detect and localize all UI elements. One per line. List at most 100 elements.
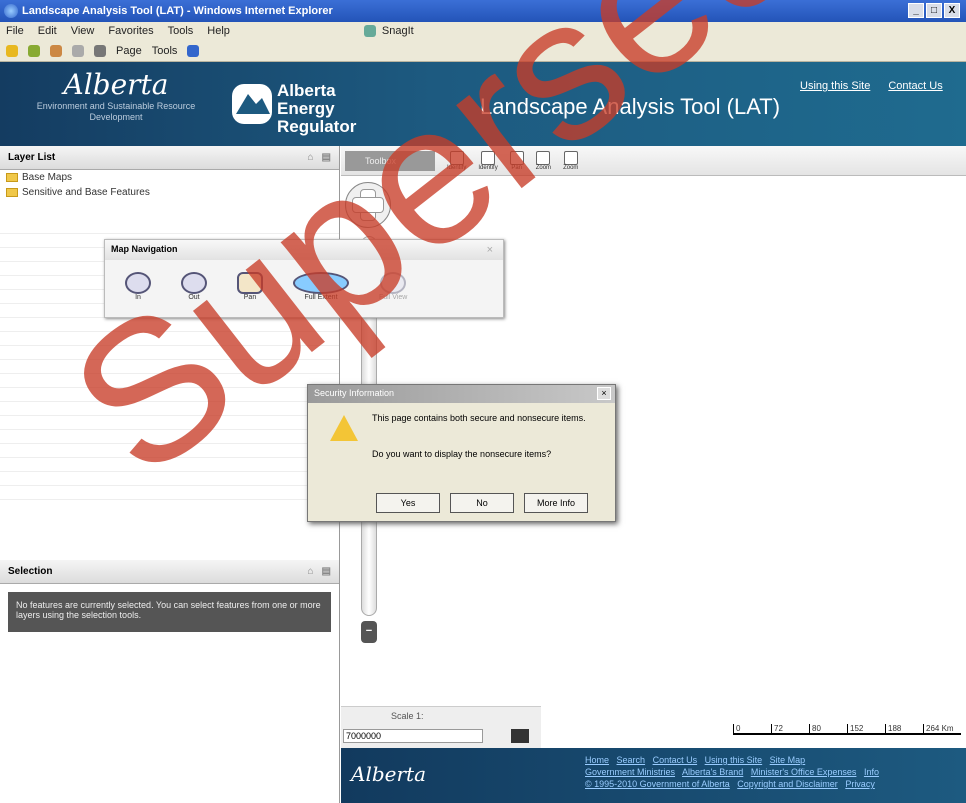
collapse-icon[interactable]: ⌂ <box>308 152 314 163</box>
no-button[interactable]: No <box>450 493 514 513</box>
layer-list: Base Maps Sensitive and Base Features <box>0 170 339 560</box>
selection-header: Selection ⌂ ▤ <box>0 560 339 584</box>
window-titlebar: Landscape Analysis Tool (LAT) - Windows … <box>0 0 966 22</box>
scale-tick: 152 <box>847 724 885 735</box>
pan-arrows-icon <box>352 197 384 213</box>
snagit-toolbar: SnagIt <box>363 25 414 37</box>
tools-menu[interactable]: Tools <box>152 45 178 57</box>
minimize-button[interactable]: _ <box>908 3 924 18</box>
dialog-message: This page contains both secure and nonse… <box>372 413 586 423</box>
map-toolbar: Toolbox Identify Identify Pan Zoom Zoom <box>341 146 966 176</box>
map-navigation-title: Map Navigation <box>105 240 503 260</box>
aer-line-2: Energy <box>277 99 335 118</box>
menu-view[interactable]: View <box>71 25 95 37</box>
yes-button[interactable]: Yes <box>376 493 440 513</box>
footer-link[interactable]: Contact Us <box>653 755 698 765</box>
footer-link[interactable]: Privacy <box>845 779 875 789</box>
menu-bar: File Edit View Favorites Tools Help Snag… <box>0 22 966 40</box>
collapse-icon[interactable]: ⌂ <box>308 566 314 577</box>
layer-label: Sensitive and Base Features <box>22 187 150 198</box>
zoom-tool-2[interactable]: Zoom <box>563 150 578 171</box>
zoom-tool[interactable]: Zoom <box>536 150 551 171</box>
help-icon[interactable] <box>187 44 200 57</box>
tool-label: Full Extent <box>304 294 338 301</box>
command-bar: Page Tools <box>0 40 966 62</box>
contact-us-link[interactable]: Contact Us <box>888 80 942 92</box>
identify-tool[interactable]: Identify <box>447 150 467 171</box>
window-controls: _ □ X <box>908 3 960 18</box>
footer-link[interactable]: Home <box>585 755 609 765</box>
snagit-label[interactable]: SnagIt <box>382 25 414 37</box>
zoom-out-button[interactable]: − <box>361 621 377 643</box>
scale-box: Scale 1: <box>341 706 541 748</box>
folder-icon <box>6 188 18 197</box>
pan-control[interactable] <box>345 182 391 228</box>
menu-favorites[interactable]: Favorites <box>108 25 153 37</box>
full-view-tool[interactable]: Full View <box>379 272 407 301</box>
toolbox-dropdown[interactable]: Toolbox <box>345 150 435 171</box>
layer-item-base-maps[interactable]: Base Maps <box>0 170 339 185</box>
page-menu[interactable]: Page <box>116 45 142 57</box>
more-info-button[interactable]: More Info <box>524 493 588 513</box>
footer-link[interactable]: Copyright and Disclaimer <box>737 779 838 789</box>
footer-alberta-logo[interactable]: Alberta <box>351 762 426 786</box>
zoom-out-tool[interactable]: Out <box>181 272 207 301</box>
menu-file[interactable]: File <box>6 25 24 37</box>
tool-label: Identify <box>447 164 467 171</box>
full-extent-tool[interactable]: Full Extent <box>293 272 349 301</box>
scale-tick: 264 Km <box>923 724 961 735</box>
selection-title: Selection <box>8 566 53 577</box>
menu-tools[interactable]: Tools <box>168 25 194 37</box>
footer-link[interactable]: Government Ministries <box>585 767 675 777</box>
layer-item-sensitive-features[interactable]: Sensitive and Base Features <box>0 185 339 200</box>
footer-link[interactable]: Minister's Office Expenses <box>751 767 857 777</box>
zoom-in-tool[interactable]: In <box>125 272 151 301</box>
footer-link[interactable]: © 1995-2010 Government of Alberta <box>585 779 730 789</box>
scale-bar: 0 72 80 152 188 264 Km <box>733 724 961 735</box>
alberta-wordmark: Alberta <box>63 68 169 101</box>
alberta-logo[interactable]: Alberta Environment and Sustainable Reso… <box>16 68 216 123</box>
aer-line-3: Regulator <box>277 117 357 136</box>
footer-link[interactable]: Alberta's Brand <box>682 767 743 777</box>
feeds-icon[interactable] <box>72 44 84 57</box>
warning-icon <box>330 415 358 441</box>
tool-label: In <box>135 294 141 301</box>
footer-link[interactable]: Info <box>864 767 879 777</box>
scale-input[interactable] <box>343 729 483 743</box>
footer-link[interactable]: Using this Site <box>705 755 763 765</box>
scale-area: Scale 1: 0 72 80 152 188 264 Km <box>341 706 966 748</box>
site-footer: Alberta Home Search Contact Us Using thi… <box>341 748 966 803</box>
pan-tool[interactable]: Pan <box>237 272 263 301</box>
close-icon[interactable]: × <box>487 244 493 256</box>
dialog-close-button[interactable]: × <box>597 387 611 400</box>
globe-icon <box>293 272 349 294</box>
using-this-site-link[interactable]: Using this Site <box>800 80 870 92</box>
scale-go-button[interactable] <box>511 729 529 743</box>
menu-help[interactable]: Help <box>207 25 230 37</box>
selection-message: No features are currently selected. You … <box>8 592 331 632</box>
footer-link[interactable]: Search <box>617 755 646 765</box>
scale-tick: 80 <box>809 724 847 735</box>
scale-tick: 0 <box>733 724 771 735</box>
footer-link[interactable]: Site Map <box>770 755 806 765</box>
identify-tool-2[interactable]: Identify <box>478 150 498 171</box>
pan-tool[interactable]: Pan <box>509 150 524 171</box>
top-links: Using this Site Contact Us <box>800 80 943 92</box>
maximize-button[interactable]: □ <box>926 3 942 18</box>
print-icon[interactable] <box>94 44 106 57</box>
menu-edit[interactable]: Edit <box>38 25 57 37</box>
add-favorites-icon[interactable] <box>28 44 40 57</box>
scale-tick: 72 <box>771 724 809 735</box>
identify-icon <box>449 150 464 165</box>
close-window-button[interactable]: X <box>944 3 960 18</box>
dock-icon[interactable]: ▤ <box>322 566 331 577</box>
department-name: Environment and Sustainable Resource Dev… <box>36 101 196 122</box>
home-icon[interactable] <box>50 44 62 57</box>
dock-icon[interactable]: ▤ <box>322 152 331 163</box>
security-dialog: Security Information × This page contain… <box>307 384 616 522</box>
layer-list-header: Layer List ⌂ ▤ <box>0 146 339 170</box>
site-banner: Alberta Environment and Sustainable Reso… <box>0 62 966 146</box>
favorites-star-icon[interactable] <box>6 44 18 57</box>
snagit-icon[interactable] <box>363 25 376 37</box>
folder-icon <box>6 173 18 182</box>
